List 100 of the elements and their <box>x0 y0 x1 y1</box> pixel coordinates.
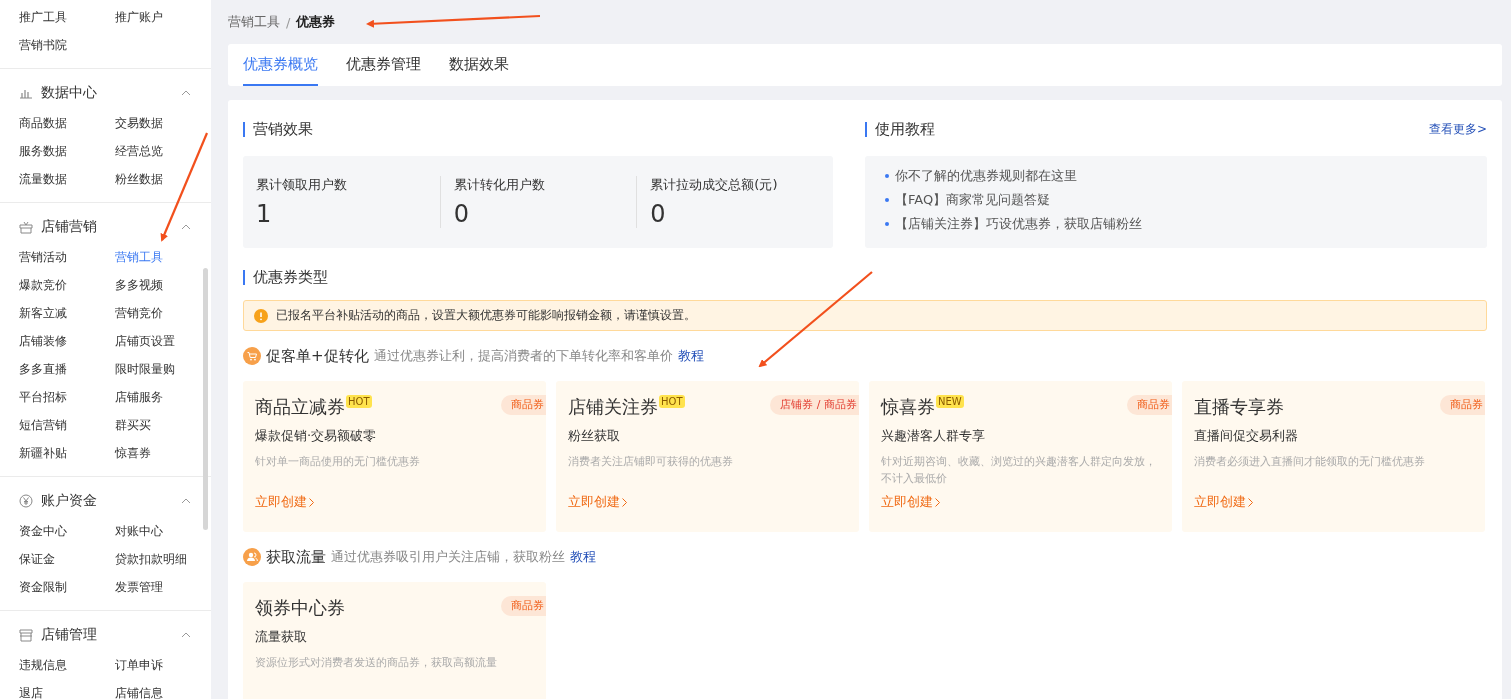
sidebar-section-title: 店铺营销 <box>41 218 98 236</box>
sidebar-item[interactable]: 违规信息 <box>19 651 115 679</box>
chevron-right-icon <box>935 497 940 507</box>
sidebar-item[interactable]: 爆款竞价 <box>19 271 115 299</box>
tutorial-link[interactable]: 你不了解的优惠券规则都在这里 <box>895 166 1077 186</box>
coupon-tag: 商品券 <box>1440 395 1485 415</box>
sidebar-item[interactable]: 资金中心 <box>19 517 115 545</box>
sidebar-item[interactable]: 惊喜券 <box>115 439 191 467</box>
chevron-up-icon[interactable] <box>181 224 191 230</box>
sidebar-item[interactable]: 限时限量购 <box>115 355 191 383</box>
coupon-badge: NEW <box>936 395 964 408</box>
coupon-subtitle: 兴趣潜客人群专享 <box>881 427 986 445</box>
sidebar-item[interactable]: 流量数据 <box>19 165 115 193</box>
chevron-up-icon[interactable] <box>181 498 191 504</box>
tab[interactable]: 数据效果 <box>449 44 509 86</box>
coupon-tag: 店铺券 / 商品券 <box>770 395 859 415</box>
tutorial-link[interactable]: 教程 <box>677 347 704 365</box>
stat-value: 1 <box>256 200 273 228</box>
coupon-title: 商品立减券 <box>255 395 345 419</box>
sidebar-item[interactable]: 多多视频 <box>115 271 191 299</box>
coupon-subtitle: 流量获取 <box>255 628 308 646</box>
breadcrumb-link[interactable]: 营销工具 <box>228 13 280 31</box>
sidebar-item[interactable]: 对账中心 <box>115 517 191 545</box>
coupon-description: 资源位形式对消费者发送的商品券，获取高额流量 <box>255 655 498 671</box>
sidebar-item[interactable]: 店铺页设置 <box>115 327 191 355</box>
tab[interactable]: 优惠券概览 <box>243 44 318 86</box>
sidebar-item[interactable]: 平台招标 <box>19 383 115 411</box>
tab[interactable]: 优惠券管理 <box>346 44 421 86</box>
sidebar-section-title: 数据中心 <box>41 84 98 102</box>
bar-chart-icon <box>19 87 33 99</box>
sidebar-item[interactable]: 贷款扣款明细 <box>115 545 191 573</box>
section-title: 使用教程 <box>865 121 935 137</box>
yen-icon <box>19 494 33 508</box>
sidebar-item[interactable]: 群买买 <box>115 411 191 439</box>
coupon-subtitle: 直播间促交易利器 <box>1194 427 1299 445</box>
chevron-up-icon[interactable] <box>181 90 191 96</box>
sidebar-item[interactable]: 营销竞价 <box>115 299 191 327</box>
bullet-icon <box>885 198 889 202</box>
chevron-right-icon <box>309 497 314 507</box>
warning-text: 已报名平台补贴活动的商品，设置大额优惠券可能影响报销金额，请谨慎设置。 <box>276 307 696 324</box>
coupon-description: 针对近期咨询、收藏、浏览过的兴趣潜客人群定向发放，不计入最低价 <box>881 454 1157 487</box>
coupon-title: 店铺关注券 <box>568 395 658 419</box>
section-title: 营销效果 <box>243 121 313 137</box>
sidebar-item[interactable]: 营销书院 <box>19 31 115 59</box>
stat-value: 0 <box>453 200 470 228</box>
bullet-icon <box>885 222 889 226</box>
sidebar-item[interactable]: 经营总览 <box>115 137 191 165</box>
chevron-right-icon <box>622 497 627 507</box>
users-icon <box>243 548 261 566</box>
sidebar-item[interactable]: 推广工具 <box>19 3 115 31</box>
gift-icon <box>19 220 33 234</box>
sidebar-item[interactable]: 新疆补贴 <box>19 439 115 467</box>
stat-label: 累计转化用户数 <box>453 176 546 194</box>
scrollbar[interactable] <box>203 268 208 530</box>
warning-icon <box>254 308 268 323</box>
tutorial-link[interactable]: 【FAQ】商家常见问题答疑 <box>895 190 1051 210</box>
sidebar-item[interactable]: 退店 <box>19 679 115 699</box>
sidebar-item[interactable]: 短信营销 <box>19 411 115 439</box>
stat-label: 累计领取用户数 <box>256 176 348 194</box>
group-title: 获取流量 <box>266 547 326 567</box>
coupon-badge: HOT <box>346 395 372 408</box>
coupon-description: 消费者关注店铺即可获得的优惠券 <box>568 454 734 470</box>
coupon-description: 针对单一商品使用的无门槛优惠券 <box>255 454 421 470</box>
tutorial-link[interactable]: 【店铺关注券】巧设优惠券，获取店铺粉丝 <box>895 214 1142 234</box>
chevron-up-icon[interactable] <box>181 632 191 638</box>
see-more-link[interactable]: 查看更多> <box>1428 120 1487 138</box>
breadcrumb-current-page: 优惠券 <box>296 13 336 31</box>
sidebar-item[interactable]: 营销工具 <box>115 243 191 271</box>
sidebar-item[interactable]: 多多直播 <box>19 355 115 383</box>
sidebar-item[interactable]: 服务数据 <box>19 137 115 165</box>
sidebar-item[interactable]: 推广账户 <box>115 3 191 31</box>
bullet-icon <box>885 174 889 178</box>
sidebar-item[interactable]: 交易数据 <box>115 109 191 137</box>
stat-value: 0 <box>650 200 667 228</box>
stat-label: 累计拉动成交总额(元) <box>650 176 779 194</box>
cart-icon <box>243 347 261 365</box>
group-description: 通过优惠券让利，提高消费者的下单转化率和客单价 <box>373 347 673 365</box>
group-description: 通过优惠券吸引用户关注店铺，获取粉丝 <box>331 548 565 566</box>
sidebar-item[interactable]: 店铺服务 <box>115 383 191 411</box>
coupon-description: 消费者必须进入直播间才能领取的无门槛优惠券 <box>1194 454 1426 470</box>
sidebar-item[interactable]: 保证金 <box>19 545 115 573</box>
sidebar-item[interactable]: 店铺信息 <box>115 679 191 699</box>
sidebar-item[interactable]: 粉丝数据 <box>115 165 191 193</box>
sidebar-item[interactable]: 商品数据 <box>19 109 115 137</box>
sidebar-item[interactable]: 新客立减 <box>19 299 115 327</box>
group-title: 促客单+促转化 <box>266 346 369 366</box>
section-title: 优惠券类型 <box>243 269 328 285</box>
sidebar-item[interactable]: 发票管理 <box>115 573 191 601</box>
coupon-tag: 商品券 <box>501 596 546 616</box>
tutorial-link[interactable]: 教程 <box>570 548 596 566</box>
coupon-tag: 商品券 <box>501 395 546 415</box>
coupon-tag: 商品券 <box>1127 395 1172 415</box>
sidebar-item[interactable]: 营销活动 <box>19 243 115 271</box>
sidebar-item[interactable]: 店铺装修 <box>19 327 115 355</box>
sidebar-item[interactable]: 订单申诉 <box>115 651 191 679</box>
coupon-title: 惊喜券 <box>881 395 935 419</box>
sidebar-item[interactable]: 资金限制 <box>19 573 115 601</box>
sidebar-section-title: 账户资金 <box>41 492 98 510</box>
coupon-badge: HOT <box>659 395 685 408</box>
chevron-right-icon <box>1248 497 1253 507</box>
